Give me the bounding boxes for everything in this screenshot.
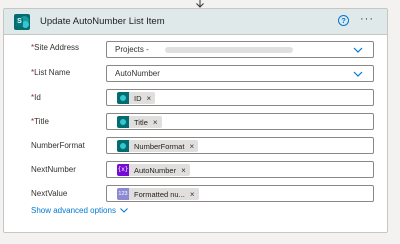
id-label: *Id <box>31 93 41 102</box>
list-name-value: AutoNumber <box>115 69 160 78</box>
number-format-input[interactable]: NumberFormat × <box>106 137 374 154</box>
token-label: Formatted nu... <box>134 189 185 199</box>
list-name-dropdown[interactable]: AutoNumber <box>106 65 374 82</box>
chevron-down-icon <box>353 71 363 77</box>
number-format-label: NumberFormat <box>31 141 85 150</box>
title-input[interactable]: Title × <box>106 113 374 130</box>
next-value-input[interactable]: 123 Formatted nu... × <box>106 185 374 202</box>
token-label: Title <box>134 117 148 127</box>
next-number-label: NextNumber <box>31 165 76 174</box>
redacted-text <box>165 47 293 53</box>
next-number-input[interactable]: {x} AutoNumber × <box>106 161 374 178</box>
show-advanced-options-link[interactable]: Show advanced options <box>31 206 128 215</box>
site-address-value: Projects - <box>115 45 149 54</box>
variable-token[interactable]: {x} AutoNumber × <box>117 164 190 176</box>
next-value-label: NextValue <box>31 189 68 198</box>
action-card: S Update AutoNumber List Item ? ··· *Sit… <box>3 8 388 233</box>
chevron-down-icon <box>353 47 363 53</box>
show-advanced-label: Show advanced options <box>31 206 116 215</box>
card-title: Update AutoNumber List Item <box>40 16 165 27</box>
chevron-down-icon <box>120 208 128 214</box>
dynamic-content-token[interactable]: Title × <box>117 116 162 128</box>
number-expression-icon: 123 <box>117 188 129 200</box>
site-address-dropdown[interactable]: Projects - <box>106 41 374 58</box>
remove-token-icon[interactable]: × <box>145 94 156 103</box>
remove-token-icon[interactable]: × <box>179 166 190 175</box>
sharepoint-icon <box>117 116 129 128</box>
id-input[interactable]: ID × <box>106 89 374 106</box>
remove-token-icon[interactable]: × <box>151 118 162 127</box>
token-label: NumberFormat <box>134 141 185 151</box>
card-header[interactable]: S Update AutoNumber List Item ? ··· <box>4 9 387 35</box>
sharepoint-icon <box>117 92 129 104</box>
token-label: ID <box>134 93 142 103</box>
list-name-label: *List Name <box>31 68 71 77</box>
flow-arrow-down-icon <box>196 0 204 8</box>
title-label: *Title <box>31 117 49 126</box>
dynamic-content-token[interactable]: NumberFormat × <box>117 140 199 152</box>
expression-token[interactable]: 123 Formatted nu... × <box>117 188 199 200</box>
remove-token-icon[interactable]: × <box>188 190 199 199</box>
sharepoint-icon: S <box>14 14 30 30</box>
more-options-icon[interactable]: ··· <box>360 13 374 25</box>
dynamic-content-token[interactable]: ID × <box>117 92 156 104</box>
site-address-label: *Site Address <box>31 43 80 52</box>
help-icon[interactable]: ? <box>338 15 349 26</box>
token-label: AutoNumber <box>134 165 177 175</box>
variable-icon: {x} <box>117 164 129 176</box>
remove-token-icon[interactable]: × <box>187 142 198 151</box>
sharepoint-icon <box>117 140 129 152</box>
